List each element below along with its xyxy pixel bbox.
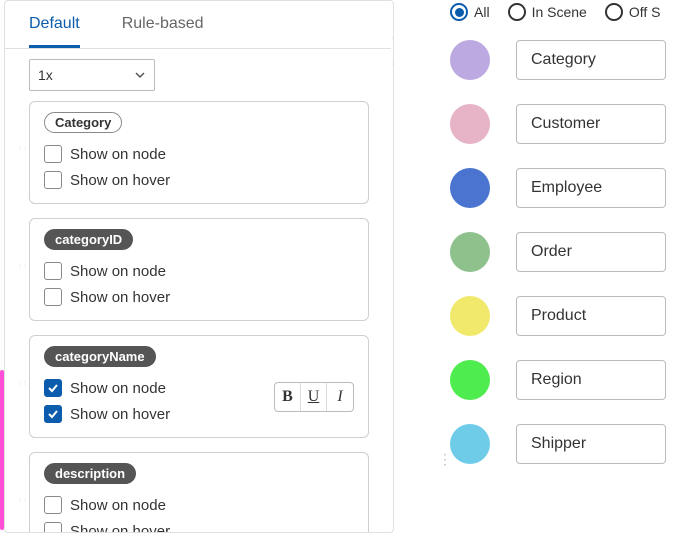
italic-button[interactable]: I: [327, 383, 353, 411]
category-box[interactable]: Shipper: [516, 424, 666, 464]
show-on-node-checkbox[interactable]: [44, 379, 62, 397]
category-row: Customer: [450, 104, 684, 144]
drag-handle-icon[interactable]: ⋮⋮: [18, 498, 26, 510]
show-on-hover-checkbox[interactable]: [44, 405, 62, 423]
check-row: Show on node: [44, 141, 354, 167]
category-row: Order: [450, 232, 684, 272]
show-on-node-checkbox[interactable]: [44, 262, 62, 280]
radio-icon: [605, 3, 623, 21]
field-card: ⋮⋮categoryIDShow on nodeShow on hover: [29, 218, 369, 321]
check-label: Show on hover: [70, 406, 170, 423]
check-label: Show on hover: [70, 289, 170, 306]
show-on-hover-checkbox[interactable]: [44, 522, 62, 533]
tab-bar: Default Rule-based: [5, 1, 393, 49]
show-on-hover-checkbox[interactable]: [44, 288, 62, 306]
radio-label: Off S: [629, 4, 661, 20]
radio-all[interactable]: All: [450, 3, 490, 21]
category-row: Product: [450, 296, 684, 336]
color-dot[interactable]: [450, 360, 490, 400]
text-format-group: BUI: [274, 382, 354, 412]
category-row: Shipper: [450, 424, 684, 464]
color-dot[interactable]: [450, 424, 490, 464]
radio-icon: [508, 3, 526, 21]
category-box[interactable]: Customer: [516, 104, 666, 144]
show-on-hover-checkbox[interactable]: [44, 171, 62, 189]
category-row: Employee: [450, 168, 684, 208]
check-label: Show on node: [70, 380, 166, 397]
show-on-node-checkbox[interactable]: [44, 145, 62, 163]
radio-icon: [450, 3, 468, 21]
radio-label: In Scene: [532, 4, 587, 20]
field-pill: categoryID: [44, 229, 133, 250]
bold-button[interactable]: B: [275, 383, 301, 411]
color-dot[interactable]: [450, 296, 490, 336]
category-row: Category: [450, 40, 684, 80]
scale-dropdown[interactable]: 1x: [29, 59, 155, 91]
field-card: ⋮⋮categoryNameShow on nodeShow on hoverB…: [29, 335, 369, 438]
chevron-down-icon: [134, 69, 146, 81]
tab-rulebased[interactable]: Rule-based: [122, 1, 204, 48]
color-dot[interactable]: [450, 232, 490, 272]
category-list: Category Customer Employee Order Product Regi…: [450, 40, 684, 464]
check-row: Show on node: [44, 258, 354, 284]
check-label: Show on node: [70, 263, 166, 280]
settings-panel: Default Rule-based 1x ⋮⋮ Category Show on …: [4, 0, 394, 533]
radio-label: All: [474, 4, 490, 20]
underline-button[interactable]: U: [301, 383, 327, 411]
check-row: Show on hover: [44, 167, 354, 193]
scale-value: 1x: [38, 67, 53, 83]
field-cards: ⋮⋮ Category Show on node Show on hover ⋮⋮ cat…: [5, 101, 393, 533]
field-pill: Category: [44, 112, 122, 133]
check-row: Show on hover: [44, 284, 354, 310]
check-row: Show on hover: [44, 518, 354, 533]
field-card: ⋮⋮descriptionShow on nodeShow on hover: [29, 452, 369, 533]
drag-handle-icon[interactable]: ⋮: [438, 456, 452, 462]
color-dot[interactable]: [450, 104, 490, 144]
category-row: Region: [450, 360, 684, 400]
category-box[interactable]: Order: [516, 232, 666, 272]
filter-radios: All In Scene Off S: [450, 0, 684, 24]
category-box[interactable]: Category: [516, 40, 666, 80]
check-label: Show on node: [70, 146, 166, 163]
check-label: Show on hover: [70, 172, 170, 189]
category-box[interactable]: Region: [516, 360, 666, 400]
show-on-node-checkbox[interactable]: [44, 496, 62, 514]
category-box[interactable]: Product: [516, 296, 666, 336]
field-pill: description: [44, 463, 136, 484]
color-dot[interactable]: [450, 40, 490, 80]
drag-handle-icon[interactable]: ⋮⋮: [18, 264, 26, 276]
check-label: Show on node: [70, 497, 166, 514]
check-row: Show on node: [44, 492, 354, 518]
radio-off-scene[interactable]: Off S: [605, 3, 661, 21]
field-pill: categoryName: [44, 346, 156, 367]
legend-panel: All In Scene Off S Category Customer Emplo…: [450, 0, 684, 464]
field-card: ⋮⋮CategoryShow on nodeShow on hover: [29, 101, 369, 204]
check-label: Show on hover: [70, 523, 170, 533]
category-box[interactable]: Employee: [516, 168, 666, 208]
color-dot[interactable]: [450, 168, 490, 208]
drag-handle-icon[interactable]: ⋮⋮: [18, 381, 26, 393]
radio-in-scene[interactable]: In Scene: [508, 3, 587, 21]
tab-default[interactable]: Default: [29, 1, 80, 48]
drag-handle-icon[interactable]: ⋮⋮: [18, 147, 26, 159]
